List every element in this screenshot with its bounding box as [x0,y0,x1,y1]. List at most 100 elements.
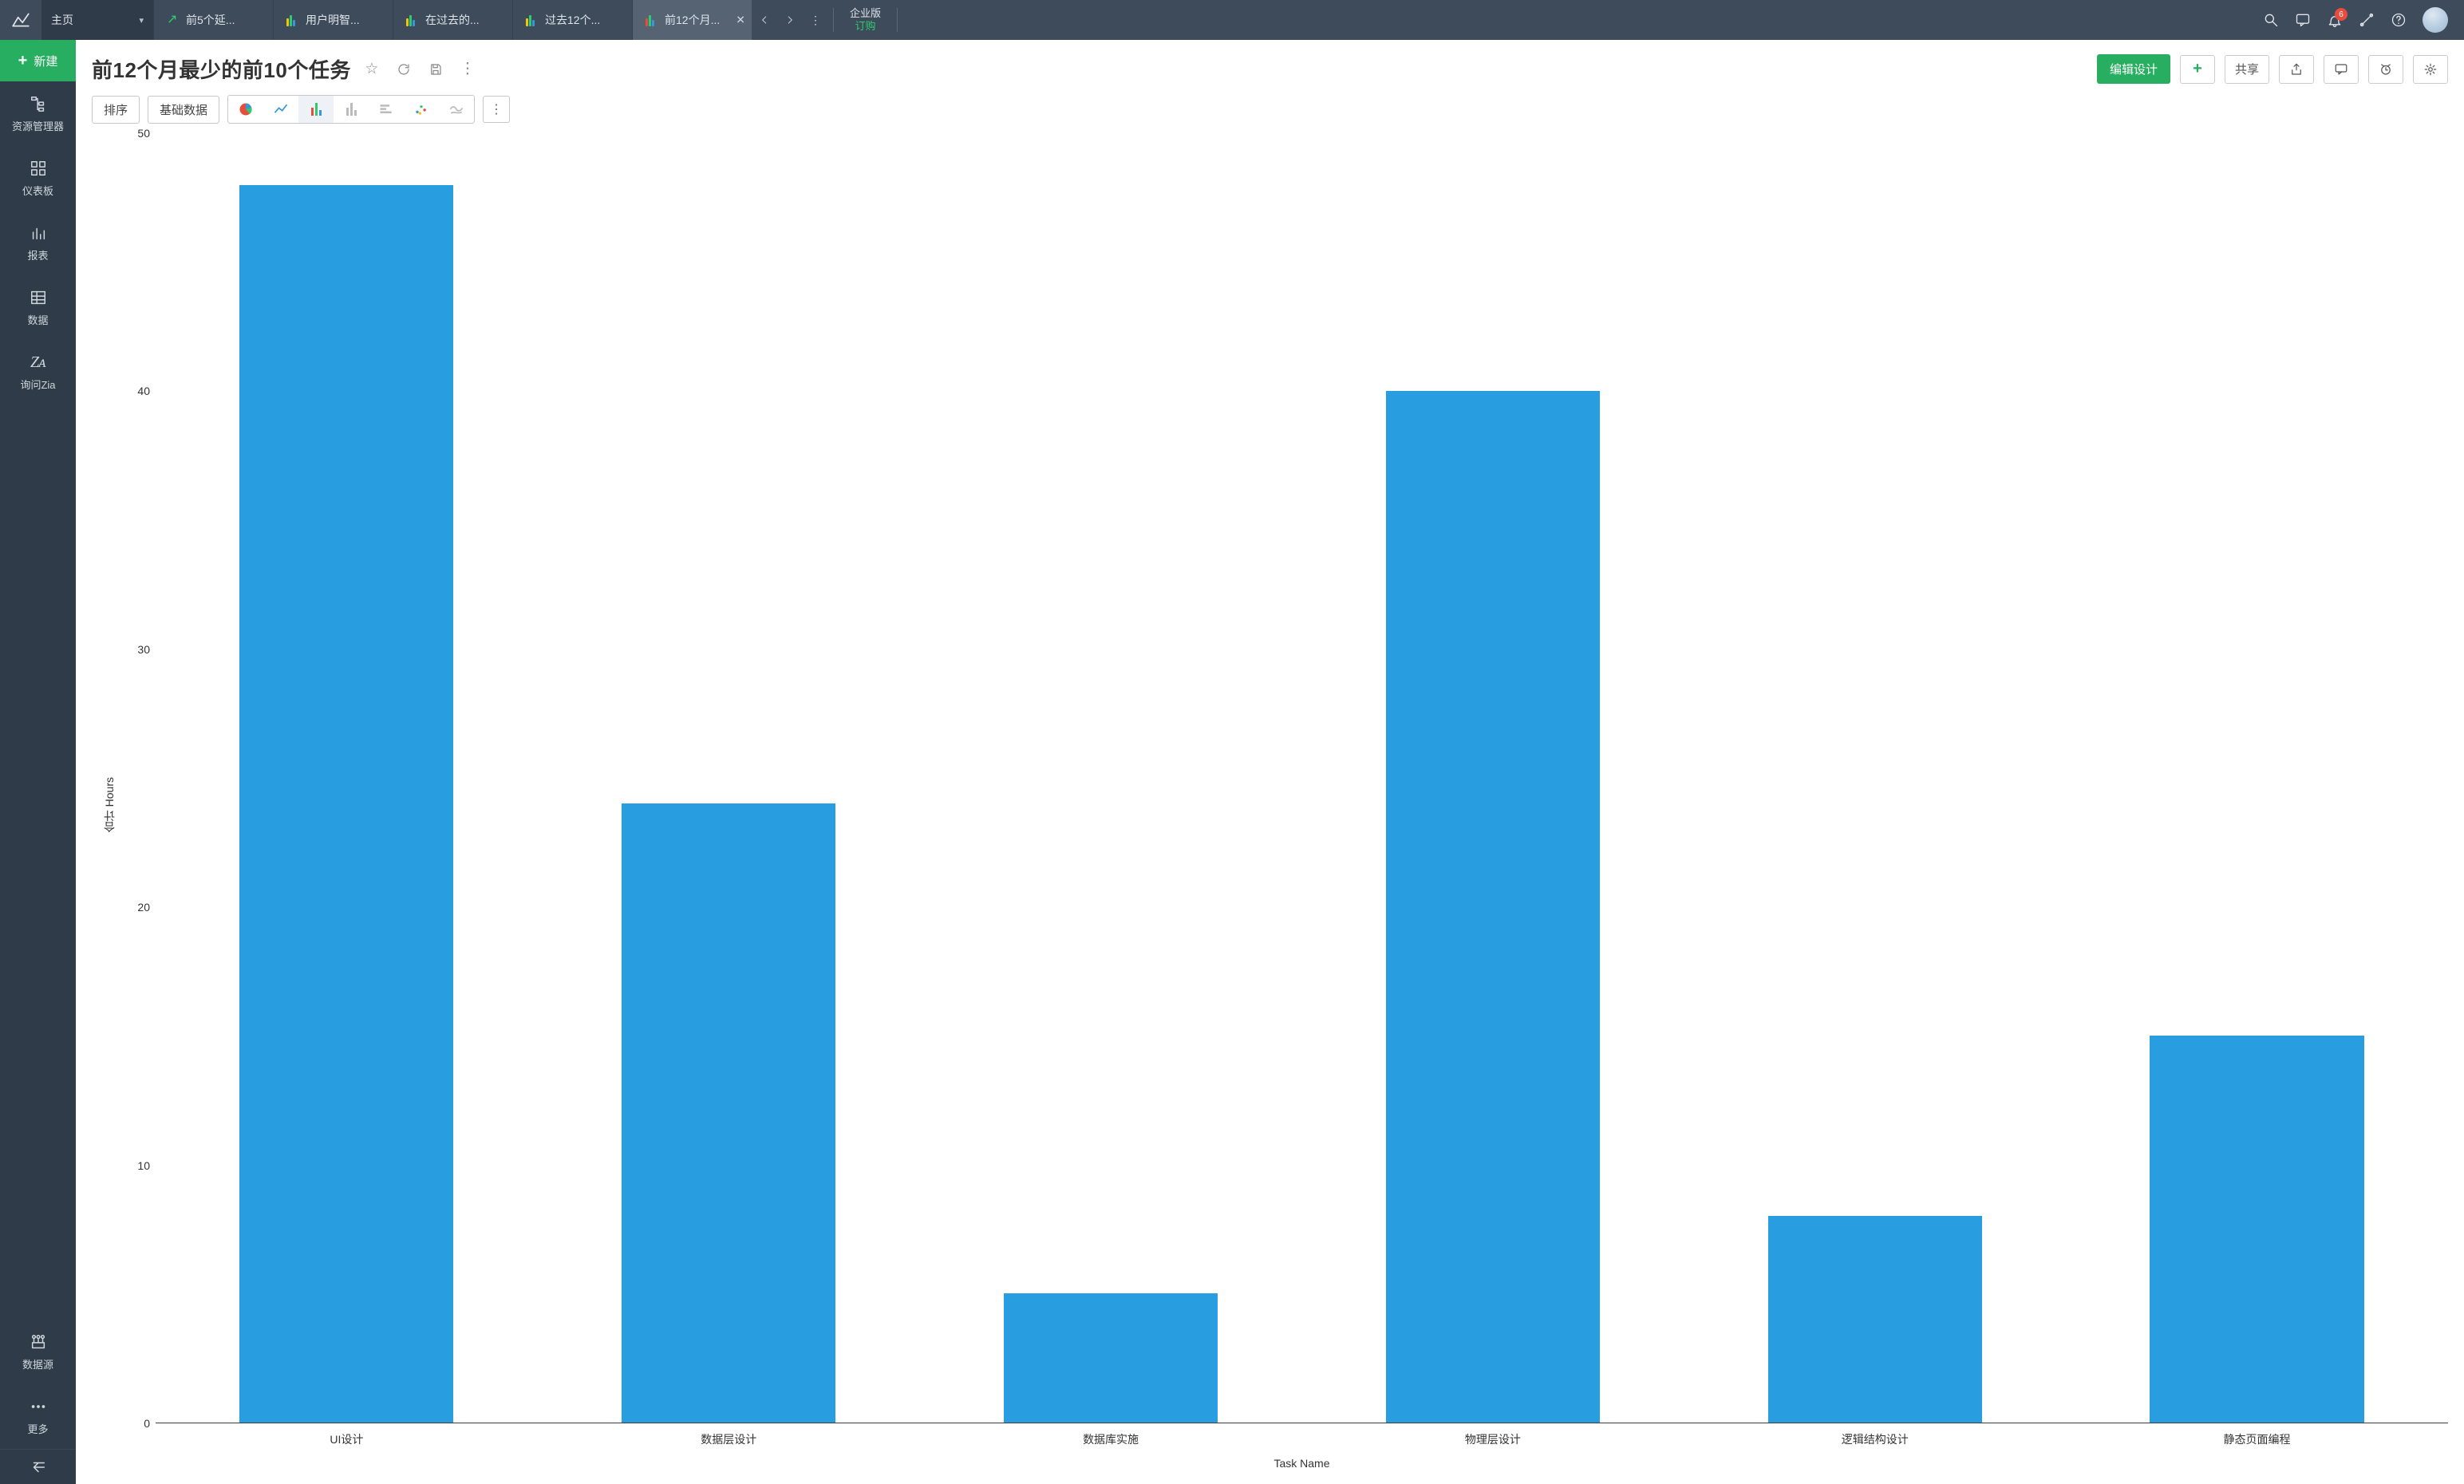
sidebar-item-label: 数据 [27,312,48,327]
sidebar-item-label: 更多 [27,1421,48,1436]
tab-0[interactable]: ↗ 前5个延... [153,0,273,40]
x-axis-title: Task Name [156,1447,2448,1476]
topbar-actions: 6 [2255,0,2464,40]
sidebar: + 新建 资源管理器 仪表板 报表 数据 [0,40,76,1484]
sidebar-item-label: 资源管理器 [12,118,64,133]
divider [897,8,898,32]
notifications-icon[interactable]: 6 [2319,0,2351,40]
search-icon[interactable] [2255,0,2287,40]
sort-button[interactable]: 排序 [92,96,140,124]
new-button[interactable]: + 新建 [0,40,76,81]
comment-button[interactable] [2324,55,2359,84]
sidebar-item-label: 仪表板 [22,183,53,198]
divider [833,8,834,32]
tab-overflow-button[interactable]: ⋮ [803,0,828,40]
bar-slot [538,133,920,1423]
bar[interactable] [239,185,453,1423]
sidebar-item-more[interactable]: 更多 [0,1384,76,1449]
source-data-button[interactable]: 基础数据 [148,96,219,124]
export-button[interactable] [2279,55,2314,84]
bar[interactable] [1768,1216,1982,1423]
enterprise-block: 企业版 订购 [839,0,892,40]
tab-label: 过去12个... [545,12,600,28]
save-icon[interactable] [424,58,447,81]
sidebar-item-explorer[interactable]: 资源管理器 [0,81,76,146]
notification-badge: 6 [2335,8,2348,21]
favorite-icon[interactable]: ☆ [361,58,383,81]
x-label: 静态页面编程 [2066,1423,2448,1447]
chat-icon[interactable] [2287,0,2319,40]
secondary-toolbar: 排序 基础数据 [76,92,2464,133]
chart-type-group [227,95,475,124]
share-button[interactable]: 共享 [2225,55,2269,84]
chart-type-scatter[interactable] [404,96,439,123]
alarm-button[interactable] [2368,55,2403,84]
help-icon[interactable] [2383,0,2415,40]
tab-label: 用户明智... [306,12,360,28]
sidebar-item-reports[interactable]: 报表 [0,211,76,275]
bar-slot [1684,133,2066,1423]
chart-type-pie[interactable] [228,96,263,123]
new-label: 新建 [34,53,57,69]
bar[interactable] [1386,391,1600,1423]
plus-icon: + [18,52,28,70]
chart-container: 合计 Hours 01020304050 UI设计数据层设计数据库实施物理层设计… [76,133,2464,1484]
sidebar-item-datasource[interactable]: 数据源 [0,1320,76,1384]
x-label: 逻辑结构设计 [1684,1423,2066,1447]
chart-type-more-button[interactable]: ⋮ [483,96,510,123]
bar[interactable] [2150,1036,2363,1423]
y-axis-title: 合计 Hours [100,777,119,832]
sidebar-item-dashboards[interactable]: 仪表板 [0,146,76,211]
tools-icon[interactable] [2351,0,2383,40]
sidebar-item-label: 报表 [27,247,48,262]
chart-type-map[interactable] [439,96,474,123]
plus-icon: + [2193,60,2202,78]
workspace-label: 主页 [51,12,73,28]
chart: 01020304050 UI设计数据层设计数据库实施物理层设计逻辑结构设计静态页… [119,133,2448,1476]
bar-slot [1301,133,1684,1423]
more-options-icon[interactable]: ⋮ [456,58,479,81]
zia-icon: Zᴀ [30,353,45,372]
chart-type-line[interactable] [263,96,298,123]
chart-type-horizontal[interactable] [369,96,404,123]
tab-2[interactable]: 在过去的... [393,0,512,40]
grid-icon [30,159,47,178]
body: + 新建 资源管理器 仪表板 报表 数据 [0,40,2464,1484]
bar[interactable] [1004,1293,1218,1423]
tab-prev-button[interactable] [752,0,777,40]
bar-slot [156,133,538,1423]
tab-4[interactable]: 前12个月... ✕ [632,0,752,40]
refresh-icon[interactable] [393,58,415,81]
bar[interactable] [622,803,835,1423]
add-button[interactable]: + [2180,55,2215,84]
sidebar-item-zia[interactable]: Zᴀ 询问Zia [0,340,76,405]
tab-nav: ⋮ [752,0,828,40]
tab-1[interactable]: 用户明智... [273,0,393,40]
x-label: 数据库实施 [920,1423,1302,1447]
workspace-select[interactable]: 主页 ▾ [41,0,153,40]
close-icon[interactable]: ✕ [736,14,745,27]
bar-chart-icon [406,14,419,26]
chart-type-stacked[interactable] [334,96,369,123]
subscribe-link[interactable]: 订购 [855,20,876,33]
line-chart-icon: ↗ [167,14,180,26]
chart-type-bar[interactable] [298,96,334,123]
y-tick: 30 [137,643,150,656]
settings-button[interactable] [2413,55,2448,84]
user-avatar[interactable] [2423,7,2448,33]
sidebar-collapse-button[interactable] [0,1449,76,1484]
bar-chart-icon [286,14,299,26]
app-logo[interactable] [0,0,41,40]
y-tick: 0 [144,1417,150,1430]
sidebar-item-data[interactable]: 数据 [0,275,76,340]
tab-3[interactable]: 过去12个... [512,0,632,40]
bar-slot [920,133,1302,1423]
edit-design-button[interactable]: 编辑设计 [2097,54,2170,84]
tab-next-button[interactable] [777,0,803,40]
tree-icon [30,94,47,113]
bar-chart-icon [526,14,539,26]
chevron-down-icon: ▾ [139,15,144,26]
main: 前12个月最少的前10个任务 ☆ ⋮ 编辑设计 + 共享 [76,40,2464,1484]
plot-area [156,133,2448,1423]
x-label: 物理层设计 [1301,1423,1684,1447]
